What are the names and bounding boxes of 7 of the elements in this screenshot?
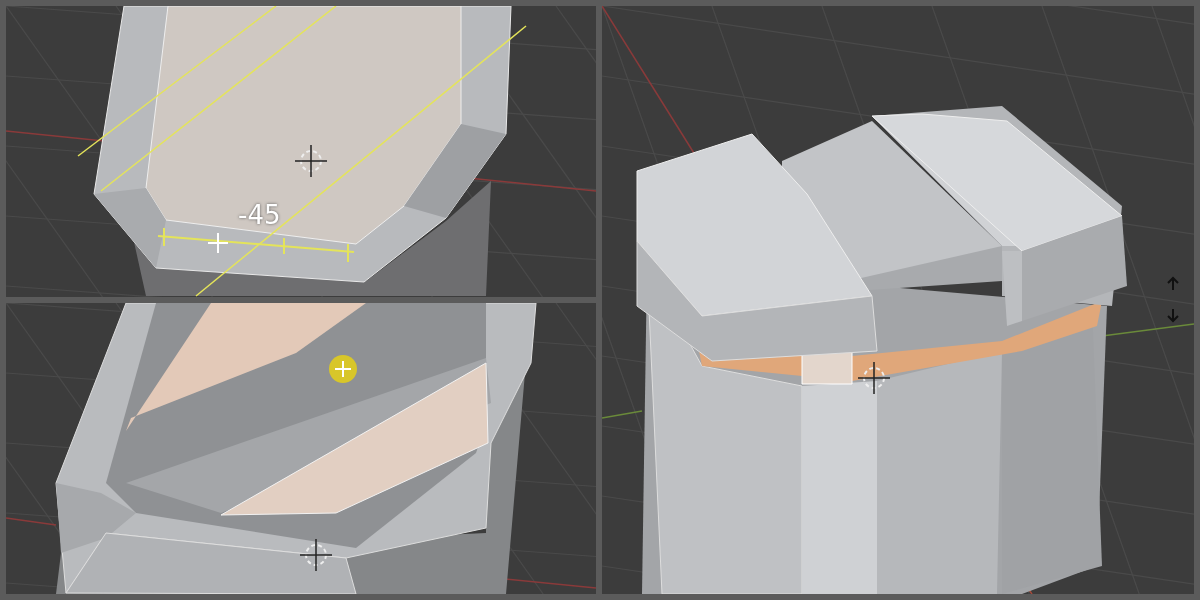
3d-cursor-icon <box>299 538 333 572</box>
angle-readout: -45 <box>238 202 281 228</box>
3d-cursor-icon <box>857 361 891 395</box>
3d-cursor-icon <box>294 144 328 178</box>
selection-cursor-icon <box>329 355 357 383</box>
crosshair-icon <box>207 232 229 254</box>
up-down-arrows-icon <box>1167 276 1179 323</box>
